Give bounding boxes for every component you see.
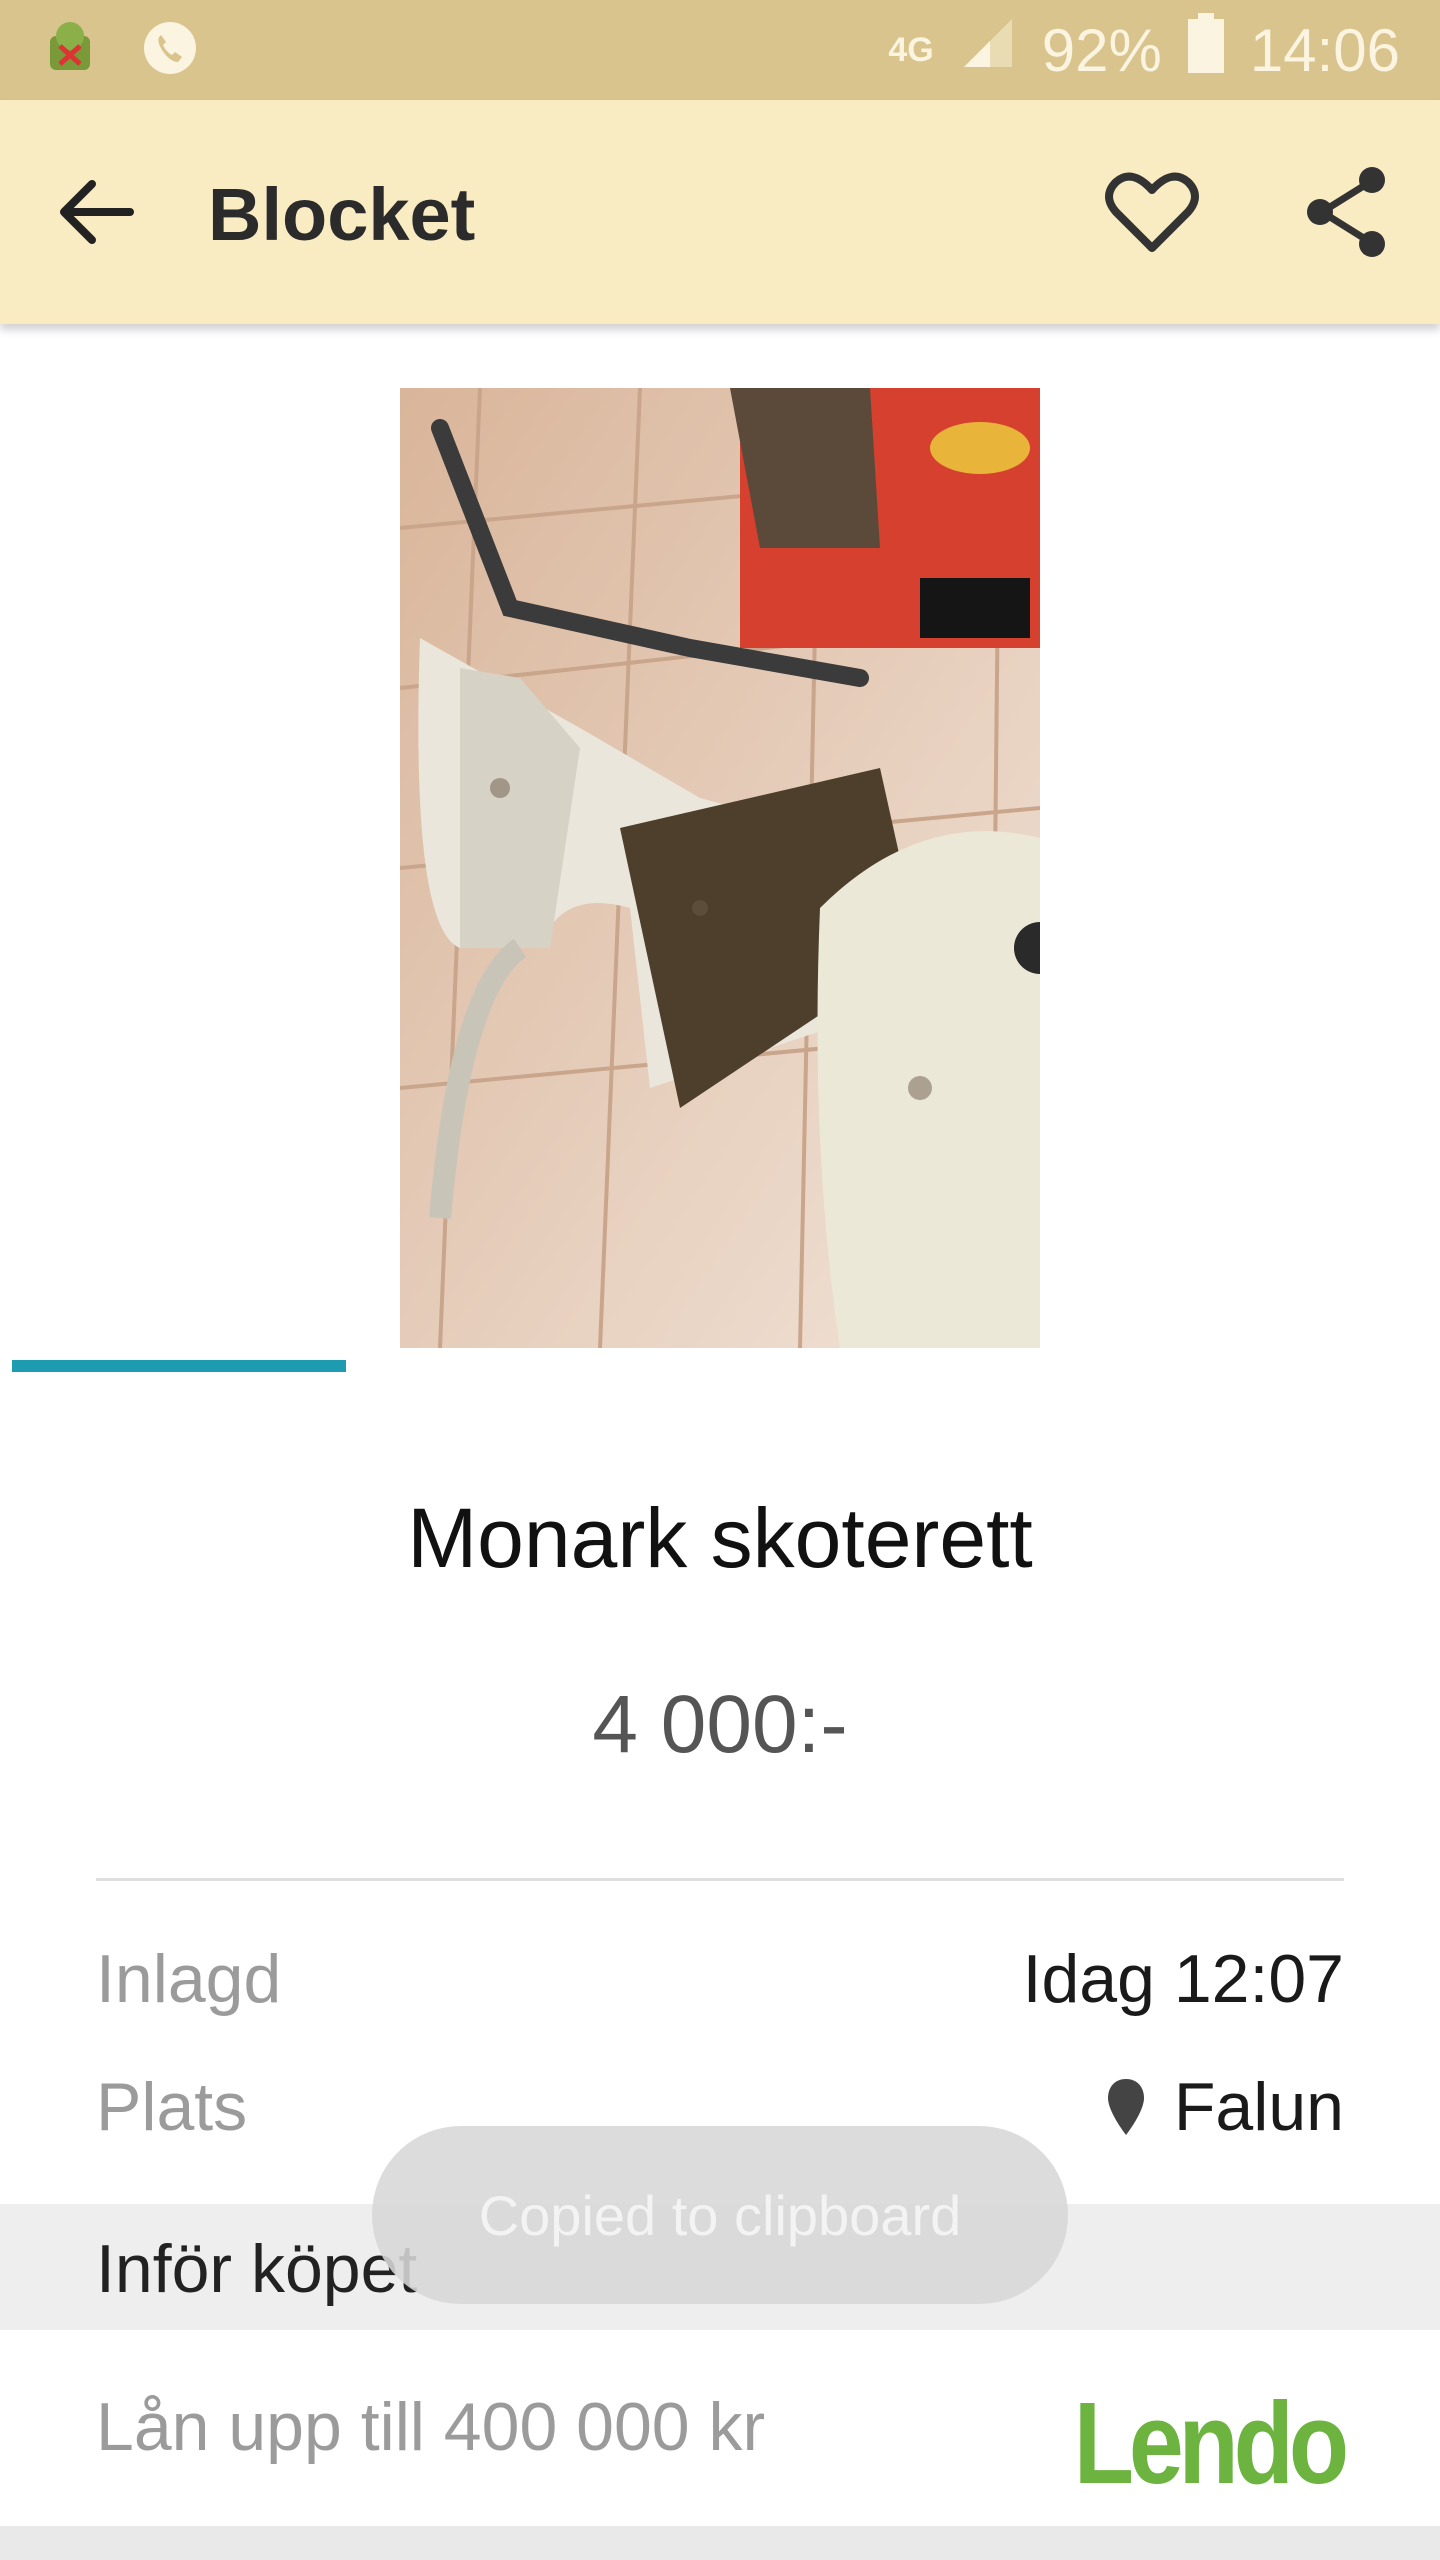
app-bar: Blocket (0, 100, 1440, 324)
battery-icon (1187, 13, 1224, 87)
share-button[interactable] (1296, 162, 1396, 262)
battery-percent: 92% (1041, 16, 1162, 84)
ad-photo[interactable] (400, 388, 1040, 1348)
signal-icon (960, 15, 1016, 85)
detail-value: Idag 12:07 (1022, 1941, 1344, 2017)
gallery-page-indicator (12, 1360, 346, 1372)
heart-outline-icon (1105, 172, 1199, 252)
detail-key: Inlagd (96, 1941, 282, 2017)
detail-key: Plats (96, 2069, 248, 2145)
clock: 14:06 (1249, 16, 1400, 84)
android-debug-icon (40, 18, 100, 83)
detail-value[interactable]: Falun (1107, 2068, 1344, 2146)
bottom-strip (0, 2526, 1440, 2560)
phone-call-icon (140, 18, 200, 83)
status-bar: 4G 92% 14:06 (0, 0, 1440, 100)
favorite-button[interactable] (1100, 162, 1204, 262)
ad-price: 4 000:- (592, 1679, 848, 1770)
section-label: Inför köpet (96, 2231, 418, 2307)
status-system: 4G 92% 14:06 (888, 0, 1400, 100)
detail-row-inlagd: Inlagd Idag 12:07 (96, 1940, 1344, 2030)
app-title: Blocket (208, 173, 476, 256)
share-icon (1307, 167, 1385, 257)
divider (96, 1878, 1344, 1881)
back-button[interactable] (52, 162, 152, 262)
network-type: 4G (888, 30, 934, 69)
status-notifications (40, 18, 200, 83)
toast-copied: Copied to clipboard (372, 2126, 1068, 2304)
lendo-logo: Lendo (1073, 2378, 1349, 2508)
location-pin-icon (1107, 2079, 1144, 2135)
loan-text: Lån upp till 400 000 kr (96, 2389, 766, 2465)
ad-title: Monark skoterett (407, 1491, 1033, 1585)
toast-message: Copied to clipboard (478, 2183, 962, 2247)
loan-banner[interactable]: Lån upp till 400 000 kr Lendo (0, 2330, 1440, 2526)
back-arrow-icon (60, 180, 134, 244)
